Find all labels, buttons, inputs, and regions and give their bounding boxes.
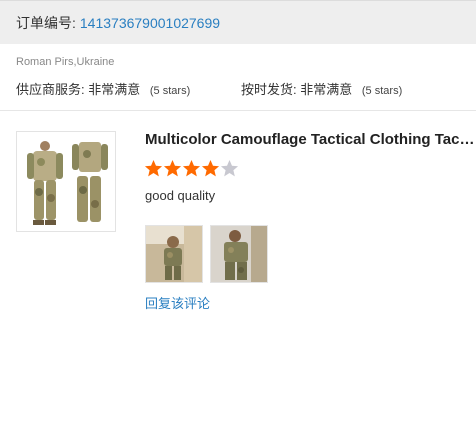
order-header-bar: 订单编号: 141373679001027699: [0, 0, 476, 44]
supplier-service-stars: (5 stars): [149, 85, 191, 97]
section-divider: [0, 110, 476, 111]
shipping-label: 按时发货:: [241, 82, 297, 97]
star-filled-icon: [201, 159, 220, 177]
product-thumbnail[interactable]: [16, 131, 116, 232]
reply-to-review-link[interactable]: 回复该评论: [145, 293, 210, 312]
child-in-camouflage-photo: [211, 226, 267, 282]
supplier-service-label: 供应商服务:: [16, 82, 85, 97]
order-number-link[interactable]: 141373679001027699: [80, 15, 220, 31]
reviewer-name: Roman Pirs,Ukraine: [16, 56, 115, 68]
supplier-service-rating: 供应商服务: 非常满意 (5 stars): [16, 79, 190, 98]
shipping-rating: 按时发货: 非常满意 (5 stars): [241, 79, 402, 98]
star-filled-icon: [144, 159, 163, 177]
review-text: good quality: [145, 188, 216, 203]
star-empty-icon: [220, 159, 239, 177]
child-in-camouflage-photo: [146, 226, 202, 282]
product-title-link[interactable]: Multicolor Camouflage Tactical Clothing …: [145, 131, 476, 148]
star-filled-icon: [182, 159, 201, 177]
shipping-value: 非常满意: [300, 82, 353, 97]
order-number-label: 订单编号:: [16, 14, 76, 31]
camouflage-suit-image: [17, 132, 115, 231]
review-star-rating: [144, 159, 239, 178]
supplier-service-value: 非常满意: [88, 82, 141, 97]
shipping-stars: (5 stars): [361, 85, 403, 97]
review-photo-2[interactable]: [210, 225, 268, 283]
star-filled-icon: [163, 159, 182, 177]
review-photo-1[interactable]: [145, 225, 203, 283]
